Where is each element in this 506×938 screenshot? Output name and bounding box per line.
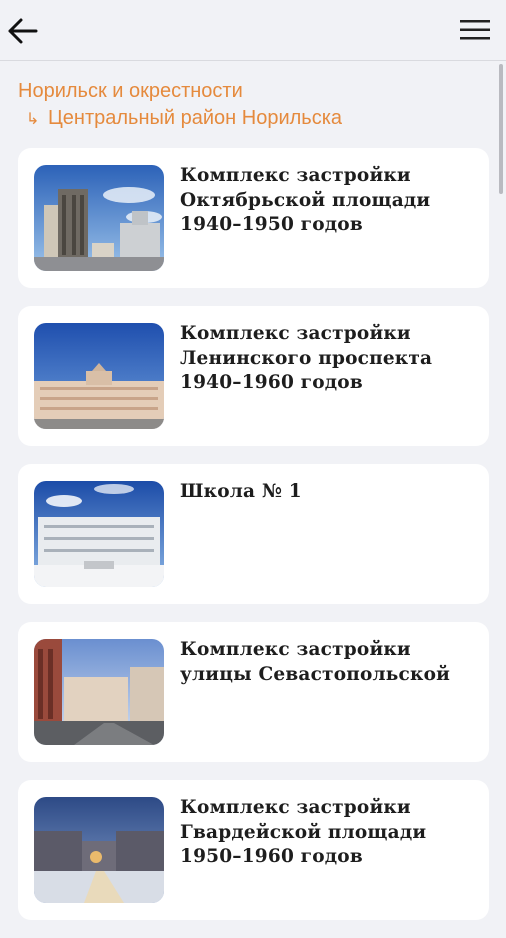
place-title: Школа № 1 xyxy=(180,481,302,502)
place-photo xyxy=(34,481,164,587)
list-item[interactable]: Школа № 1 xyxy=(18,464,489,604)
place-photo xyxy=(34,639,164,745)
place-title: Комплекс застройки Октябрьской площади 1… xyxy=(180,165,431,235)
breadcrumb-current[interactable]: ↳ Центральный район Норильска xyxy=(18,105,342,133)
place-photo xyxy=(34,797,164,903)
place-list: Комплекс застройки Октябрьской площади 1… xyxy=(18,148,489,938)
subdirectory-arrow-icon: ↳ xyxy=(26,111,40,128)
top-app-bar xyxy=(0,0,506,61)
place-title: Комплекс застройки Ленинского проспекта … xyxy=(180,323,433,393)
breadcrumb-current-label: Центральный район Норильска xyxy=(48,107,343,129)
place-photo xyxy=(34,323,164,429)
hamburger-menu-icon xyxy=(460,20,490,40)
list-item[interactable]: Комплекс застройки Октябрьской площади 1… xyxy=(18,148,489,288)
list-item[interactable]: Комплекс застройки Ленинского проспекта … xyxy=(18,306,489,446)
scrollbar[interactable] xyxy=(499,64,503,194)
breadcrumb-parent-link[interactable]: Норильск и окрестности xyxy=(18,78,342,105)
list-item[interactable]: Комплекс застройки Гвардейской площади 1… xyxy=(18,780,489,920)
list-item[interactable]: Комплекс застройки улицы Севастопольской xyxy=(18,622,489,762)
place-photo xyxy=(34,165,164,271)
place-title: Комплекс застройки улицы Севастопольской xyxy=(180,639,451,685)
breadcrumb: Норильск и окрестности ↳ Центральный райо… xyxy=(18,78,342,133)
arrow-left-icon xyxy=(8,18,38,44)
place-title: Комплекс застройки Гвардейской площади 1… xyxy=(180,797,427,867)
back-button[interactable] xyxy=(6,14,40,48)
menu-button[interactable] xyxy=(458,16,492,44)
